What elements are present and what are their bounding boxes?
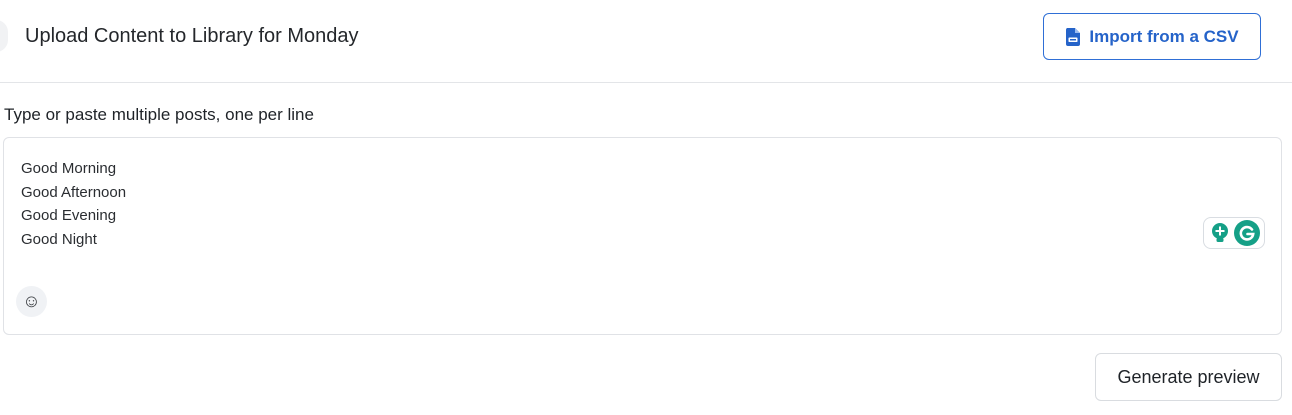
grammarly-widget[interactable] — [1203, 217, 1265, 249]
import-csv-button[interactable]: Import from a CSV — [1043, 13, 1261, 60]
grammarly-logo-icon[interactable] — [1234, 220, 1260, 246]
posts-textarea[interactable]: Good Morning Good Afternoon Good Evening… — [3, 137, 1282, 335]
generate-preview-button[interactable]: Generate preview — [1095, 353, 1282, 401]
emoji-picker-button[interactable]: ☺ — [16, 286, 47, 317]
back-button[interactable] — [0, 20, 8, 52]
page-title: Upload Content to Library for Monday — [25, 25, 359, 47]
post-line: Good Evening — [21, 207, 117, 225]
header-bar: Upload Content to Library for Monday Imp… — [0, 0, 1292, 83]
grammarly-suggestion-icon[interactable] — [1208, 221, 1232, 245]
post-line: Good Afternoon — [21, 183, 127, 201]
post-line: Good Morning — [21, 160, 117, 177]
smiley-icon: ☺ — [22, 291, 41, 311]
post-line: Good Night — [21, 231, 97, 249]
posts-input-label: Type or paste multiple posts, one per li… — [4, 105, 314, 124]
csv-file-icon — [1065, 27, 1081, 46]
posts-content: Good Morning Good Afternoon Good Evening… — [21, 157, 126, 252]
import-csv-label: Import from a CSV — [1089, 26, 1239, 46]
